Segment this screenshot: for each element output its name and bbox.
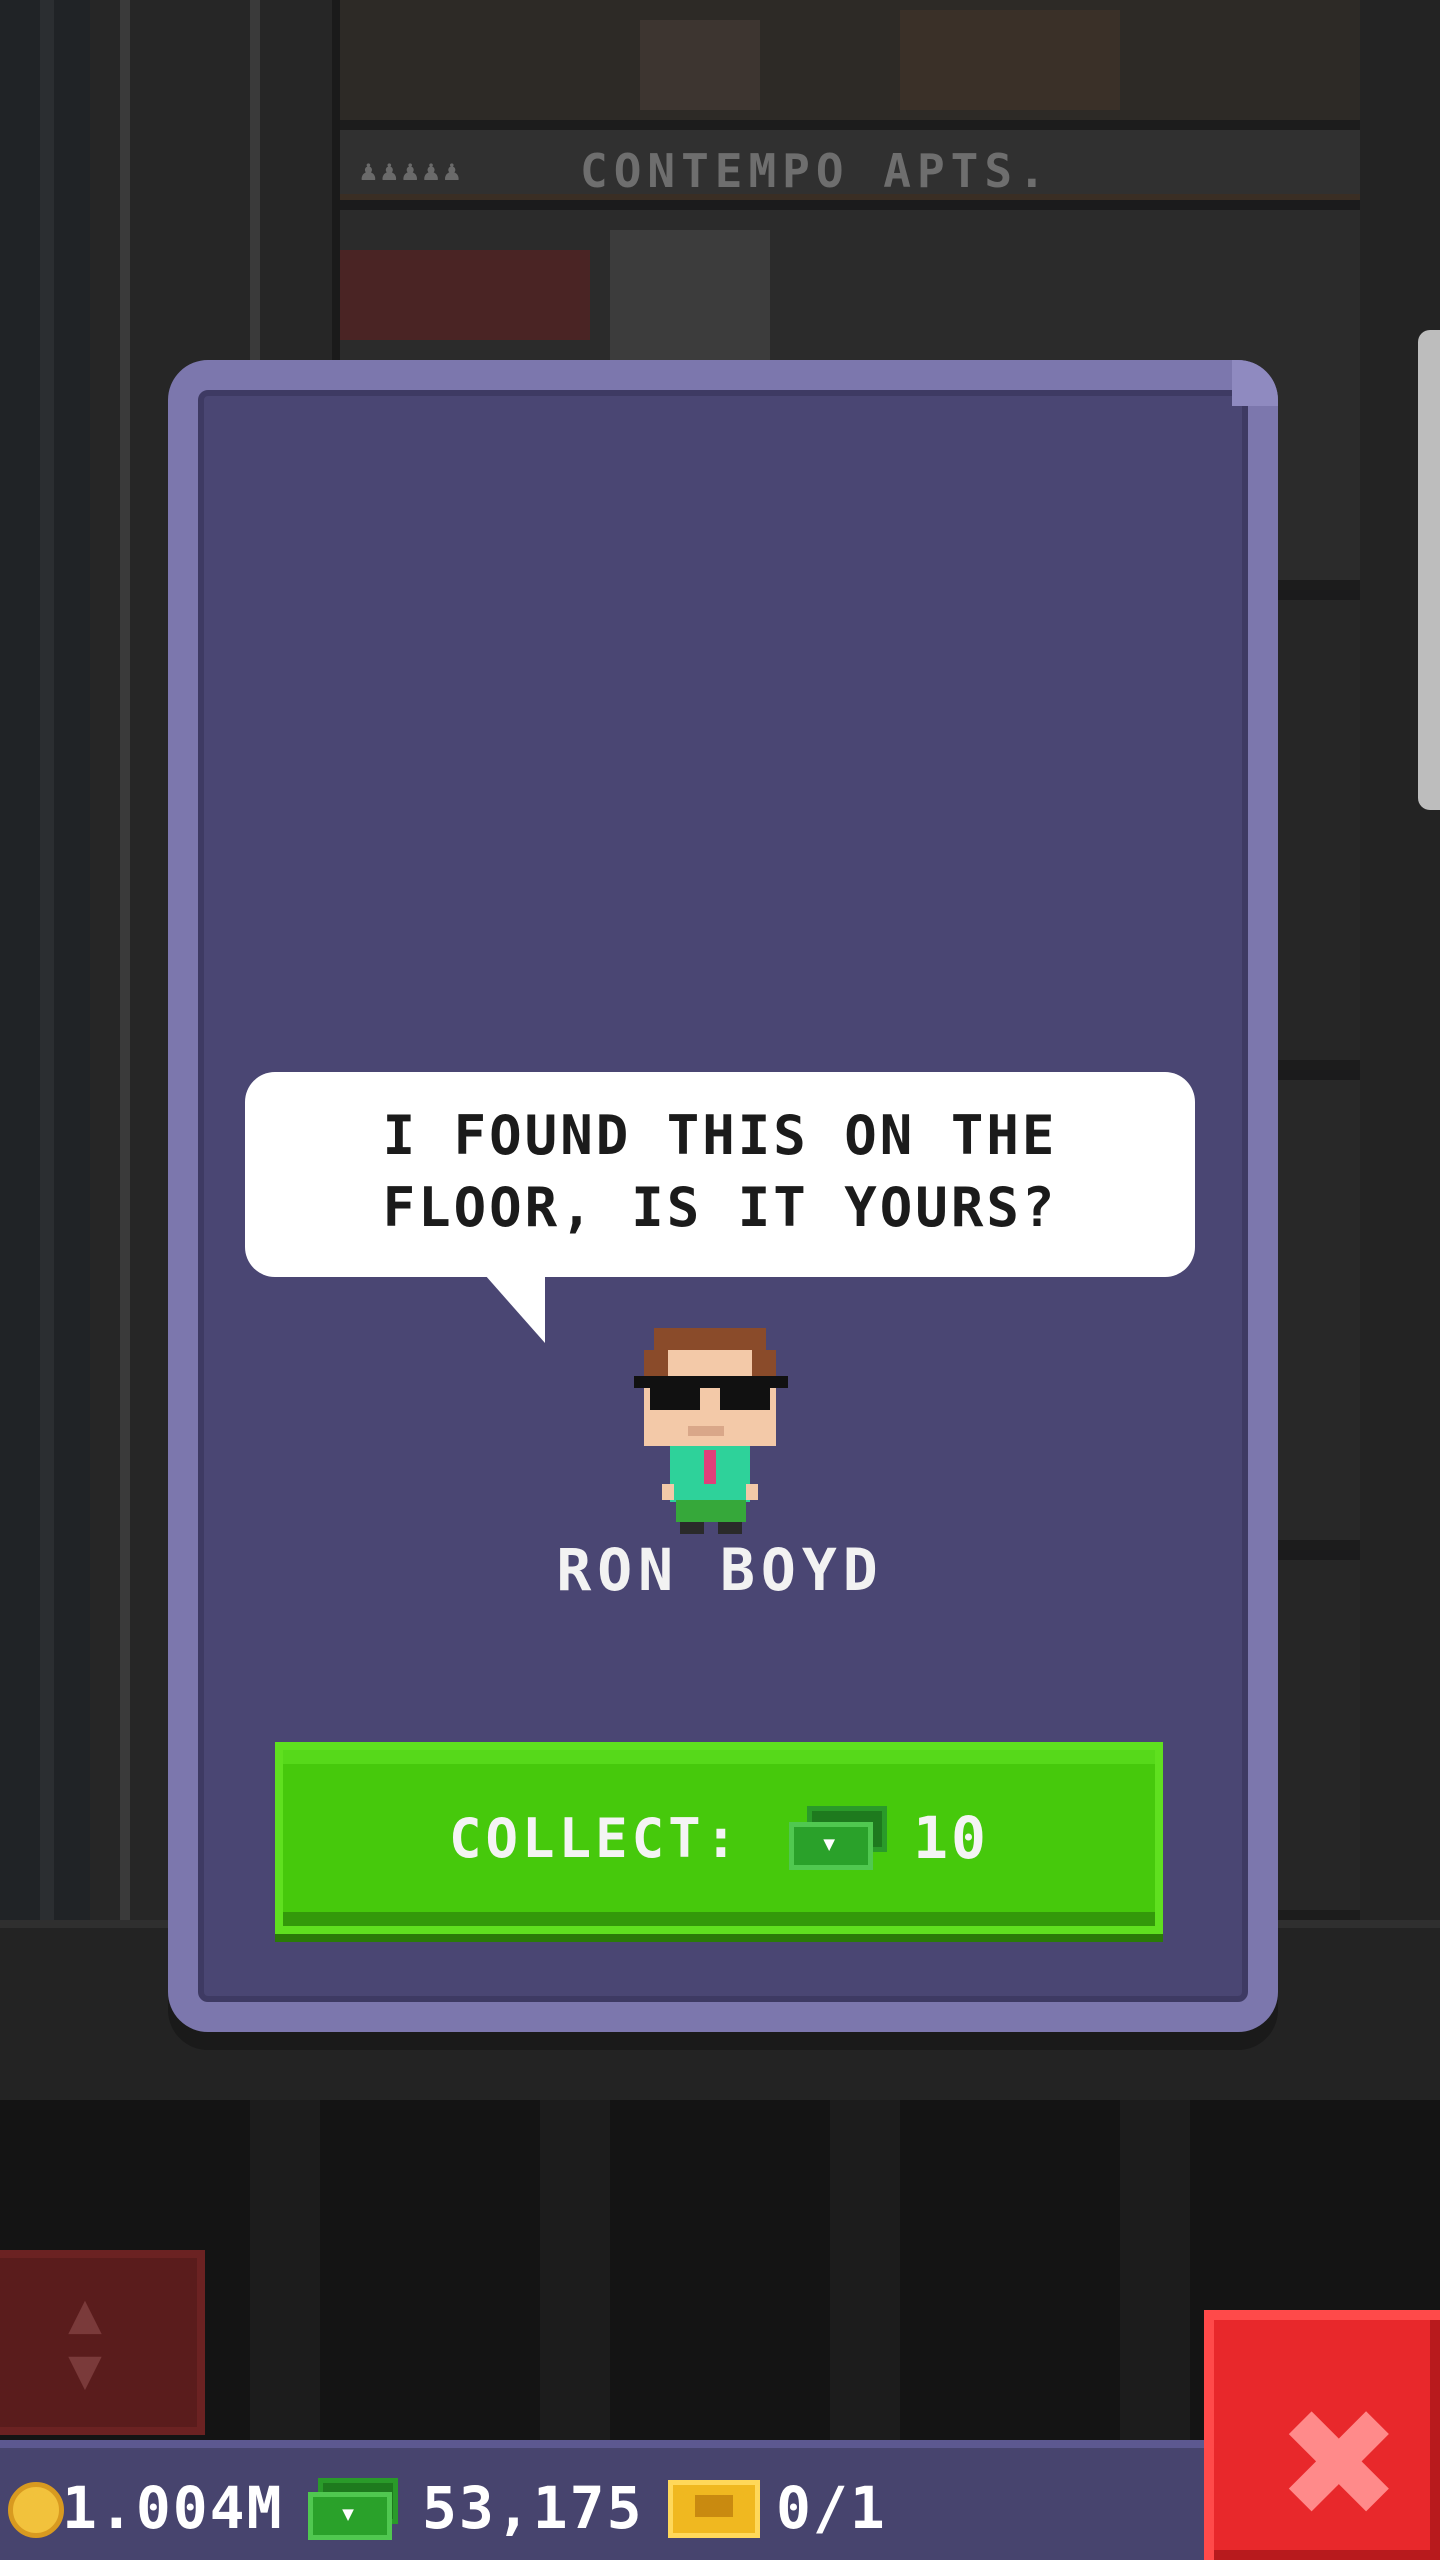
bux-bill-front bbox=[308, 2492, 392, 2540]
tower-bux-icon bbox=[789, 1806, 889, 1870]
floor-sign[interactable]: ♟♟♟♟♟ CONTEMPO APTS. bbox=[340, 130, 1360, 200]
coins-count: 1.004M bbox=[62, 2474, 284, 2542]
floor-name: CONTEMPO APTS. bbox=[580, 144, 1052, 198]
basement-pillar bbox=[540, 2100, 610, 2440]
speech-bubble: I FOUND THIS ON THE FLOOR, IS IT YOURS? bbox=[245, 1072, 1195, 1277]
sunglasses-icon bbox=[720, 1384, 770, 1410]
floor-decoration bbox=[340, 250, 590, 340]
floor-apartment-top bbox=[340, 0, 1360, 130]
status-bar: 1.004M 53,175 0/1 bbox=[0, 2440, 1204, 2560]
tower-right-side bbox=[1360, 0, 1440, 1920]
coin-icon bbox=[8, 2482, 64, 2538]
elevator-button[interactable]: ▲ ▼ bbox=[0, 2250, 205, 2435]
close-button[interactable]: ✖ bbox=[1204, 2310, 1440, 2560]
residents-icon: ♟♟♟♟♟ bbox=[360, 154, 465, 187]
basement-pillar bbox=[250, 2100, 320, 2440]
basement-pillar bbox=[1120, 2100, 1190, 2440]
avatar-hand bbox=[662, 1484, 674, 1500]
collect-amount: 10 bbox=[913, 1804, 989, 1872]
sunglasses-icon bbox=[650, 1384, 700, 1410]
collect-label: COLLECT: bbox=[449, 1806, 742, 1870]
speech-bubble-tail bbox=[485, 1275, 545, 1343]
close-icon: ✖ bbox=[1276, 2378, 1402, 2552]
speech-text: I FOUND THIS ON THE FLOOR, IS IT YOURS? bbox=[382, 1104, 1058, 1239]
bux-bill-front bbox=[789, 1822, 874, 1870]
golden-ticket-icon bbox=[668, 2480, 760, 2538]
character-avatar[interactable] bbox=[632, 1328, 792, 1538]
side-scroll-tab[interactable] bbox=[1418, 330, 1440, 810]
elevator-rail bbox=[120, 0, 130, 1920]
avatar-hand bbox=[746, 1484, 758, 1500]
floor-decoration bbox=[640, 20, 760, 110]
floor-decoration bbox=[900, 10, 1120, 110]
tower-shaft-left bbox=[0, 0, 90, 1920]
avatar-pants bbox=[676, 1500, 746, 1522]
character-name: RON BOYD bbox=[556, 1536, 884, 1604]
bux-count: 53,175 bbox=[422, 2474, 644, 2542]
collect-button-content: COLLECT: 10 bbox=[283, 1750, 1155, 1926]
game-screen: ♟♟♟♟♟ CONTEMPO APTS. ▲ ▼ I FOUND THIS ON … bbox=[0, 0, 1440, 2560]
avatar-shoe bbox=[718, 1522, 742, 1534]
avatar-shoe bbox=[680, 1522, 704, 1534]
elevator-up-down-icon: ▲ ▼ bbox=[68, 2281, 102, 2402]
avatar-mouth bbox=[688, 1426, 724, 1436]
avatar-tie bbox=[704, 1450, 716, 1484]
basement-pillar bbox=[830, 2100, 900, 2440]
tower-bux-icon bbox=[308, 2478, 400, 2540]
tickets-count: 0/1 bbox=[776, 2474, 887, 2542]
collect-button[interactable]: COLLECT: 10 bbox=[275, 1742, 1163, 1934]
